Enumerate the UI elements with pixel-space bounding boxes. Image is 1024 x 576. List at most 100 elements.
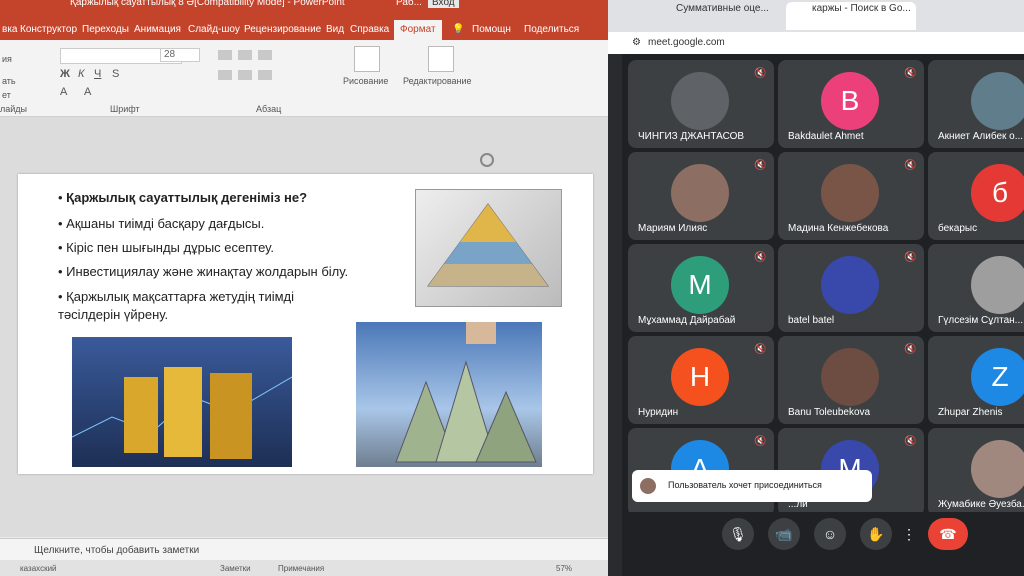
participant-tile[interactable]: ZZhupar Zhenis🔇 — [928, 336, 1024, 424]
slide-canvas: • Қаржылық сауаттылық дегеніміз не? • Ақ… — [0, 117, 608, 537]
raise-hand-button[interactable]: ✋ — [860, 518, 892, 550]
mic-off-icon: 🔇 — [904, 344, 917, 355]
pyramid-graphic — [427, 203, 549, 287]
tab-assistant[interactable]: Помощн — [472, 24, 511, 35]
tab-help[interactable]: Справка — [350, 24, 389, 35]
align-center-icon[interactable] — [238, 70, 252, 80]
slide-heading[interactable]: • Қаржылық сауаттылық дегеніміз не? — [58, 190, 307, 205]
ribbon: ать ет ия лайды 28 Ж К Ч S A A Шрифт Абз… — [0, 40, 608, 117]
drawing-icon[interactable] — [354, 46, 380, 72]
tab-format[interactable]: Формат — [394, 20, 442, 41]
browser-tabstrip: Суммативные оце... каржы - Поиск в Go... — [608, 0, 1024, 32]
share-button[interactable]: Поделиться — [524, 24, 579, 35]
bold-button[interactable]: Ж — [60, 68, 70, 80]
participant-name: Нуридин — [638, 407, 679, 418]
emoji-button[interactable]: ☺ — [814, 518, 846, 550]
meet-controls: 🎙 📹 ☺ ✋ ⋮ ☎ — [622, 512, 1024, 556]
underline-button[interactable]: Ч — [94, 68, 101, 80]
participant-avatar: H — [671, 348, 729, 406]
rotate-handle-icon[interactable] — [480, 153, 494, 167]
participant-tile[interactable]: Banu Toleubekova 🔇 — [778, 336, 924, 424]
tab-title-2: каржы - Поиск в Go... — [812, 3, 911, 14]
browser-tab-2[interactable]: каржы - Поиск в Go... — [786, 2, 916, 30]
participant-tile[interactable]: M Мұхаммад Дайрабай 🔇 — [628, 244, 774, 332]
participant-tile[interactable]: Мадина Кенжебекова 🔇 — [778, 152, 924, 240]
lightbulb-icon: 💡 — [452, 24, 465, 35]
pyramid-image[interactable] — [415, 189, 562, 307]
shadow-button[interactable]: S — [112, 68, 119, 80]
zoom-level[interactable]: 57% — [556, 564, 572, 573]
indent-icon[interactable] — [258, 50, 272, 60]
tab-transitions[interactable]: Переходы — [82, 24, 129, 35]
highlight-button[interactable]: A — [84, 86, 91, 98]
ppt-title-short: Раб... — [396, 0, 422, 8]
slide[interactable]: • Қаржылық сауаттылық дегеніміз не? • Ақ… — [18, 174, 593, 474]
ribbon-left-2[interactable]: ет — [2, 90, 11, 100]
participant-name: batel batel — [788, 315, 835, 326]
participant-avatar: B — [821, 72, 879, 130]
participant-tile[interactable]: B Bakdaulet Ahmet 🔇 — [778, 60, 924, 148]
participant-tile[interactable]: Мариям Илияс 🔇 — [628, 152, 774, 240]
notes-placeholder[interactable]: Щелкните, чтобы добавить заметки — [34, 545, 199, 556]
font-color-button[interactable]: A — [60, 86, 67, 98]
bullet-4[interactable]: • Қаржылық мақсаттарға жетудің тиімді тә… — [58, 288, 358, 324]
ribbon-left-1[interactable]: ать — [2, 76, 16, 86]
italic-button[interactable]: К — [78, 68, 84, 80]
more-options-button[interactable]: ⋮ — [902, 518, 916, 550]
participant-avatar: б — [971, 164, 1024, 222]
ribbon-left-3[interactable]: ия — [2, 54, 12, 64]
tab-insert[interactable]: вка — [2, 24, 17, 35]
participant-tile[interactable]: ббекарыс🔇 — [928, 152, 1024, 240]
participant-name: Banu Toleubekova — [788, 407, 871, 418]
money-house-image[interactable] — [356, 322, 542, 467]
mic-off-icon: 🔇 — [904, 252, 917, 263]
bullets-icon[interactable] — [218, 50, 232, 60]
card-house-graphic — [395, 322, 537, 463]
font-size-box[interactable]: 28 — [160, 48, 200, 62]
bullet-1[interactable]: • Ақшаны тиімді басқару дағдысы. — [58, 216, 264, 231]
participant-name: Мариям Илияс — [638, 223, 708, 234]
participant-tile[interactable]: batel batel 🔇 — [778, 244, 924, 332]
browser-tab-1[interactable]: Суммативные оце... — [650, 2, 780, 30]
participant-name: Гүлсезім Сұлтан... — [938, 315, 1023, 326]
participant-tile[interactable]: H Нуридин 🔇 — [628, 336, 774, 424]
tab-view[interactable]: Вид — [326, 24, 344, 35]
drawing-button[interactable]: Рисование — [343, 76, 388, 86]
mic-off-icon: 🔇 — [754, 252, 767, 263]
participant-name: Жумабике Әуезба... — [938, 499, 1024, 510]
address-text[interactable]: meet.google.com — [648, 37, 725, 48]
bullet-2[interactable]: • Кіріс пен шығынды дұрыс есептеу. — [58, 240, 274, 255]
tab-design[interactable]: Конструктор — [20, 24, 77, 35]
participant-tile[interactable]: Жумабике Әуезба...🔇 — [928, 428, 1024, 516]
tab-slideshow[interactable]: Слайд-шоу — [188, 24, 240, 35]
login-button[interactable]: Вход — [428, 0, 459, 8]
tab-animation[interactable]: Анимация — [134, 24, 181, 35]
align-right-icon[interactable] — [258, 70, 272, 80]
leave-call-button[interactable]: ☎ — [928, 518, 968, 550]
participant-tile[interactable]: ЧИНГИЗ ДЖАНТАСОВ 🔇 — [628, 60, 774, 148]
participant-tile[interactable]: Акниет Алибек о...🔇 — [928, 60, 1024, 148]
mic-button[interactable]: 🎙 — [722, 518, 754, 550]
participant-tile[interactable]: Гүлсезім Сұлтан...🔇 — [928, 244, 1024, 332]
comments-button[interactable]: Примечания — [278, 564, 324, 573]
join-request-toast[interactable]: Пользователь хочет присоединиться — [632, 470, 872, 502]
site-settings-icon[interactable]: ⚙ — [632, 37, 641, 48]
powerpoint-window: Қаржылық сауаттылық 8 Ә[Compatibility Mo… — [0, 0, 608, 576]
editing-button[interactable]: Редактирование — [403, 76, 472, 86]
notes-button[interactable]: Заметки — [220, 564, 251, 573]
ppt-title: Қаржылық сауаттылық 8 Ә[Compatibility Mo… — [70, 0, 345, 8]
align-left-icon[interactable] — [218, 70, 232, 80]
participant-name: Мұхаммад Дайрабай — [638, 315, 736, 326]
participant-name: Zhupar Zhenis — [938, 407, 1003, 418]
notes-pane[interactable]: Щелкните, чтобы добавить заметки — [0, 538, 608, 561]
coins-image[interactable] — [71, 337, 293, 467]
numbering-icon[interactable] — [238, 50, 252, 60]
tab-title-1: Суммативные оце... — [676, 3, 769, 14]
camera-button[interactable]: 📹 — [768, 518, 800, 550]
address-bar[interactable]: ⚙ meet.google.com — [608, 32, 1024, 54]
search-icon[interactable] — [428, 46, 454, 72]
participant-avatar: Z — [971, 348, 1024, 406]
tab-review[interactable]: Рецензирование — [244, 24, 321, 35]
language-label[interactable]: казахский — [20, 564, 57, 573]
bullet-3[interactable]: • Инвестициялау және жинақтау жолдарын б… — [58, 264, 348, 279]
